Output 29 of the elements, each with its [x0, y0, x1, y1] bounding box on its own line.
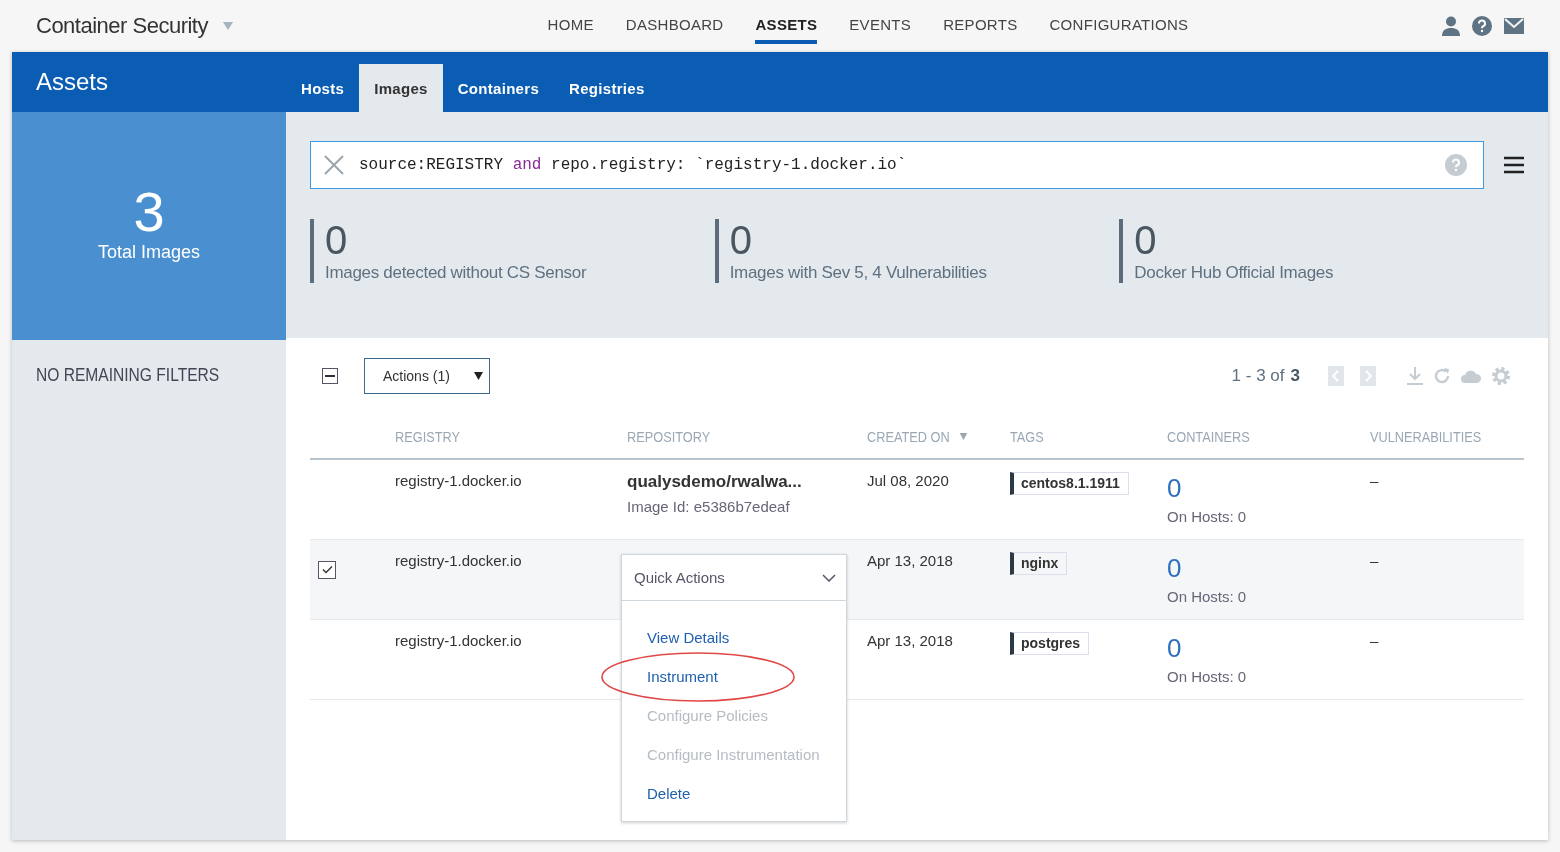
- hosts-count: On Hosts: 0: [1167, 668, 1248, 685]
- hosts-count: On Hosts: 0: [1167, 508, 1248, 525]
- table-cell-text: registry-1.docker.io: [395, 472, 523, 491]
- stat-label: Images with Sev 5, 4 Vulnerabilities: [729, 263, 988, 283]
- table-cell-text: –: [1370, 472, 1380, 491]
- table-cell-text: registry-1.docker.io: [395, 632, 523, 651]
- total-count: 3: [133, 181, 165, 242]
- total-label: Total Images: [97, 241, 201, 263]
- table-cell-text: –: [1370, 632, 1380, 651]
- hosts-count: On Hosts: 0: [1167, 588, 1248, 605]
- total-count: 3: [1290, 366, 1300, 386]
- app-title: Container Security: [36, 13, 208, 39]
- table-cell-text: registry-1.docker.io: [395, 552, 523, 571]
- table-cell-text: Apr 13, 2018: [867, 632, 954, 651]
- tag-label: centos8.1.1911: [1010, 472, 1129, 495]
- filters-label: NO REMAINING FILTERS: [36, 364, 221, 386]
- image-id: Image Id: e5386b7edeaf: [627, 498, 791, 515]
- tag-label: postgres: [1010, 632, 1090, 655]
- stat-value: 0: [729, 219, 753, 261]
- stat-label: Docker Hub Official Images: [1134, 263, 1335, 283]
- table-cell-text: Jul 08, 2020: [867, 472, 950, 491]
- table-cell-text: –: [1370, 552, 1380, 571]
- stat-value: 0: [325, 219, 349, 261]
- section-title: Assets: [35, 68, 110, 96]
- stat-label: Images detected without CS Sensor: [325, 263, 588, 283]
- table-cell-text: Apr 13, 2018: [867, 552, 954, 571]
- stat-value: 0: [1134, 219, 1158, 261]
- tag-label: nginx: [1010, 552, 1068, 575]
- page-range: 1 - 3 of: [1231, 366, 1285, 386]
